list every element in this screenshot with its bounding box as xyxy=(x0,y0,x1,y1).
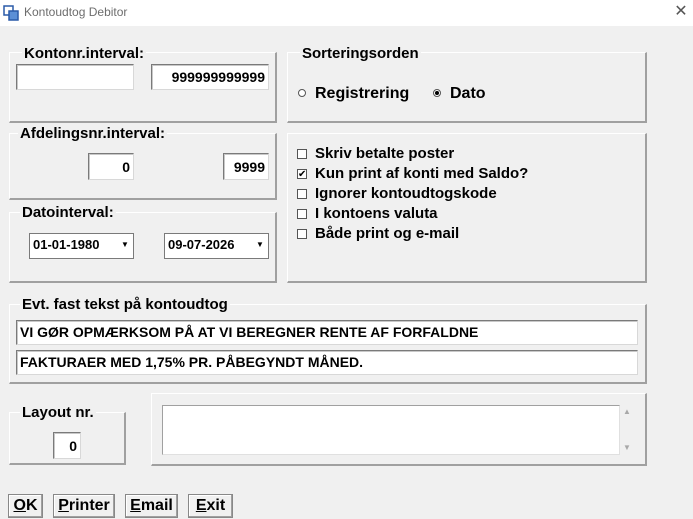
department-to-input[interactable] xyxy=(223,153,269,180)
printer-button[interactable]: Printer xyxy=(53,494,115,518)
fixed-text-line2-input[interactable]: FAKTURAER MED 1,75% PR. PÅBEGYNDT MÅNED. xyxy=(16,350,638,375)
exit-label-rest: xit xyxy=(206,497,226,514)
checkbox-balance-only-label[interactable]: Kun print af konti med Saldo? xyxy=(315,165,528,182)
ok-label-rest: K xyxy=(25,497,38,514)
sort-order-label: Sorteringsorden xyxy=(300,45,421,62)
layout-number-input[interactable] xyxy=(53,432,81,459)
account-from-input[interactable] xyxy=(16,64,134,90)
fixed-text-label: Evt. fast tekst på kontoudtog xyxy=(20,296,230,313)
department-interval-label: Afdelingsnr.interval: xyxy=(18,125,168,142)
radio-dato[interactable] xyxy=(433,89,441,97)
date-from-select[interactable]: 01-01-1980 ▼ xyxy=(29,233,134,259)
chevron-down-icon[interactable]: ▼ xyxy=(117,234,133,258)
checkbox-paid-entries-label[interactable]: Skriv betalte poster xyxy=(315,145,454,162)
close-icon[interactable]: ✕ xyxy=(670,1,692,23)
radio-dato-label[interactable]: Dato xyxy=(450,85,486,103)
memo-textarea[interactable] xyxy=(162,405,620,455)
radio-registrering[interactable] xyxy=(298,89,306,97)
window-title: Kontoudtog Debitor xyxy=(24,5,128,19)
exit-hotkey: E xyxy=(195,497,207,514)
checkbox-print-and-email[interactable] xyxy=(297,229,307,239)
ok-button[interactable]: OK xyxy=(8,494,43,518)
layout-label: Layout nr. xyxy=(20,404,96,421)
account-interval-label: Kontonr.interval: xyxy=(22,45,147,62)
email-hotkey: E xyxy=(130,497,141,514)
checkbox-paid-entries[interactable] xyxy=(297,149,307,159)
printer-hotkey: P xyxy=(58,497,69,514)
scroll-up-icon[interactable]: ▲ xyxy=(623,407,631,416)
exit-button[interactable]: Exit xyxy=(188,494,233,518)
radio-registrering-label[interactable]: Registrering xyxy=(315,85,409,103)
scroll-down-icon[interactable]: ▼ xyxy=(623,443,631,452)
email-button[interactable]: Email xyxy=(125,494,178,518)
checkbox-account-currency[interactable] xyxy=(297,209,307,219)
app-window-icon xyxy=(3,5,19,21)
checkbox-ignore-code[interactable] xyxy=(297,189,307,199)
checkbox-account-currency-label[interactable]: I kontoens valuta xyxy=(315,205,438,222)
email-label-rest: mail xyxy=(140,497,173,514)
department-from-input[interactable] xyxy=(88,153,134,180)
date-interval-label: Datointerval: xyxy=(20,204,116,221)
date-to-value: 09-07-2026 xyxy=(168,237,235,252)
date-from-value: 01-01-1980 xyxy=(33,237,100,252)
date-to-select[interactable]: 09-07-2026 ▼ xyxy=(164,233,269,259)
account-to-input[interactable] xyxy=(151,64,269,90)
printer-label-rest: rinter xyxy=(68,497,110,514)
fixed-text-line1-input[interactable]: VI GØR OPMÆRKSOM PÅ AT VI BEREGNER RENTE… xyxy=(16,320,638,345)
chevron-down-icon[interactable]: ▼ xyxy=(252,234,268,258)
checkbox-balance-only[interactable]: ✔ xyxy=(297,169,307,180)
ok-hotkey: O xyxy=(13,497,26,514)
checkbox-ignore-code-label[interactable]: Ignorer kontoudtogskode xyxy=(315,185,497,202)
checkbox-print-and-email-label[interactable]: Både print og e-mail xyxy=(315,225,459,242)
